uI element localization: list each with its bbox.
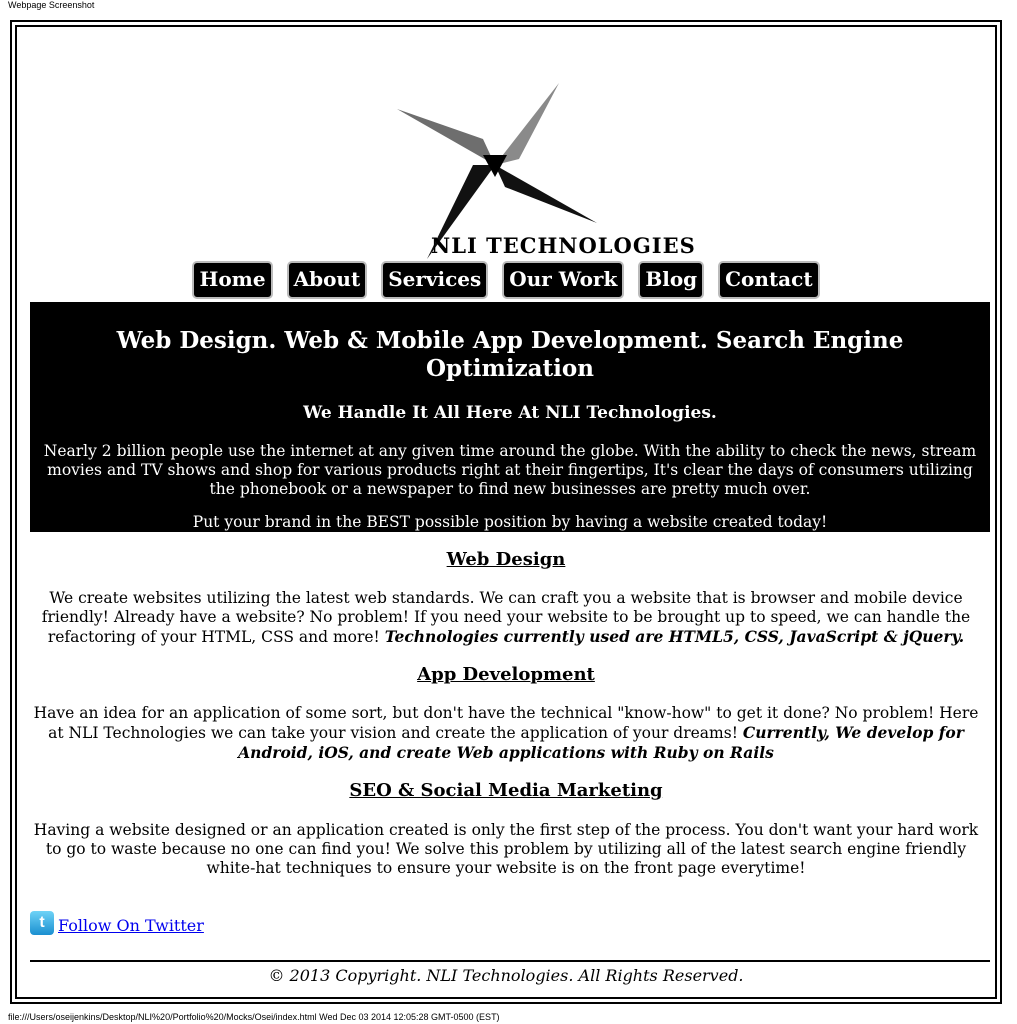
twitter-icon[interactable]: t xyxy=(30,911,54,935)
nav-contact-button[interactable]: Contact xyxy=(718,261,820,299)
section-text: Having a website designed or an applicat… xyxy=(33,821,979,877)
nav-blog-button[interactable]: Blog xyxy=(638,261,705,299)
nav-services-button[interactable]: Services xyxy=(381,261,489,299)
nav-about-button[interactable]: About xyxy=(286,261,368,299)
hero-banner: Web Design. Web & Mobile App Development… xyxy=(30,302,990,532)
logo-text: NLI TECHNOLOGIES xyxy=(431,233,696,258)
section-body-web-design: We create websites utilizing the latest … xyxy=(32,589,980,647)
hero-call-to-action: Put your brand in the BEST possible posi… xyxy=(192,513,828,531)
page-frame: NLI TECHNOLOGIES Home About Services Our… xyxy=(10,20,1002,1004)
print-header: Webpage Screenshot xyxy=(8,0,95,10)
twitter-follow-link[interactable]: Follow On Twitter xyxy=(58,916,204,935)
hero-title: Web Design. Web & Mobile App Development… xyxy=(116,327,904,382)
logo[interactable]: NLI TECHNOLOGIES xyxy=(387,55,695,265)
section-emphasis: Technologies currently used are HTML5, C… xyxy=(384,627,965,646)
page-frame-inner: NLI TECHNOLOGIES Home About Services Our… xyxy=(15,25,997,999)
footer-divider xyxy=(30,960,990,962)
section-title-web-design: Web Design xyxy=(446,549,566,570)
section-body-app-development: Have an idea for an application of some … xyxy=(32,704,980,763)
section-title-app-development: App Development xyxy=(417,664,595,685)
hero-subtitle: We Handle It All Here At NLI Technologie… xyxy=(303,403,717,423)
section-body-seo: Having a website designed or an applicat… xyxy=(32,821,980,878)
copyright-text: © 2013 Copyright. NLI Technologies. All … xyxy=(268,966,744,985)
hero-paragraph: Nearly 2 billion people use the internet… xyxy=(43,442,977,498)
twitter-follow[interactable]: t Follow On Twitter xyxy=(30,911,204,935)
nav-home-button[interactable]: Home xyxy=(192,261,273,299)
print-footer: file:///Users/oseijenkins/Desktop/NLI%20… xyxy=(8,1012,500,1022)
section-title-seo: SEO & Social Media Marketing xyxy=(349,780,663,801)
nav-our-work-button[interactable]: Our Work xyxy=(502,261,625,299)
main-nav: Home About Services Our Work Blog Contac… xyxy=(17,261,995,299)
